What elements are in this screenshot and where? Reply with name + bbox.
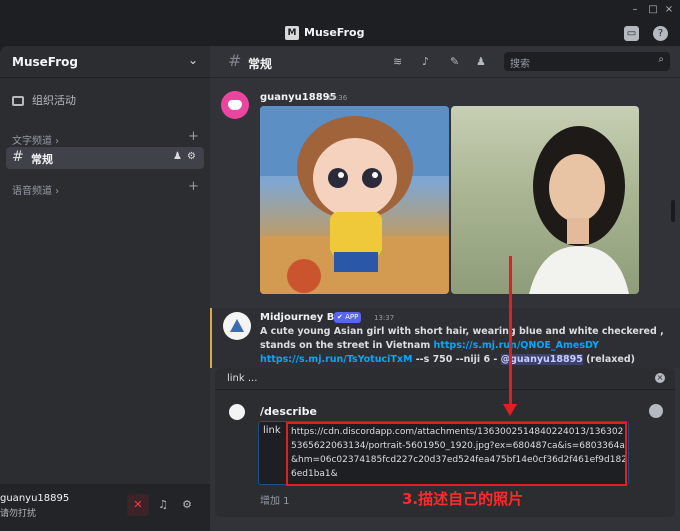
slash-command: /describe — [260, 405, 317, 418]
app-title: MuseFrog — [304, 26, 365, 39]
events-label: 组织活动 — [32, 94, 76, 107]
help-icon[interactable]: ? — [653, 26, 668, 41]
close-icon[interactable]: × — [655, 373, 665, 383]
main-chat: # 常规 ≋ ♪ ✎ ♟ 搜索 ⌕ guanyu18895 13:36 Midj… — [210, 46, 680, 531]
bot-message: Midjourney Bot ✔ APP 13:37 A cute young … — [210, 308, 680, 368]
headphones-icon[interactable]: ♫ — [152, 494, 174, 516]
avatar[interactable] — [221, 91, 249, 119]
annotation-arrow-head — [503, 404, 517, 416]
channel-header: # 常规 ≋ ♪ ✎ ♟ 搜索 ⌕ — [210, 46, 680, 78]
bot-prompt-line-1: A cute young Asian girl with short hair,… — [260, 326, 664, 337]
sidebar-item-general[interactable]: # 常规 ♟ ⚙ — [6, 147, 204, 169]
minimize-button[interactable]: – — [628, 3, 642, 17]
calendar-icon — [12, 96, 24, 106]
attachment-image-cartoon-girl[interactable] — [260, 106, 449, 294]
server-name: MuseFrog — [12, 55, 78, 69]
channel-title: 常规 — [248, 57, 273, 71]
bell-icon[interactable]: ♪ — [422, 55, 429, 68]
annotation-arrow — [509, 256, 512, 408]
channel-sidebar: MuseFrog ⌄ 组织活动 文字频道 › + # 常规 ♟ ⚙ 语音频道 ›… — [0, 46, 210, 531]
user-status: 请勿打扰 — [0, 509, 37, 519]
members-icon[interactable]: ♟ — [476, 55, 486, 68]
hash-icon: # — [12, 149, 24, 165]
bot-prompt-line-2: stands on the street in Vietnam https://… — [260, 340, 600, 351]
inbox-icon[interactable]: ▭ — [624, 26, 639, 41]
voice-channel-category[interactable]: 语音频道 › — [12, 182, 59, 197]
server-header[interactable]: MuseFrog ⌄ — [0, 46, 210, 78]
text-channel-category[interactable]: 文字频道 › — [12, 132, 59, 147]
invite-icon[interactable]: ♟ — [173, 151, 182, 162]
search-input[interactable]: 搜索 ⌕ — [504, 52, 670, 71]
app-logo: M — [285, 26, 299, 40]
message-author[interactable]: guanyu18895 — [260, 92, 337, 103]
popup-title: link ... — [227, 373, 258, 384]
hash-icon: # — [228, 51, 242, 70]
attachment-image-photo-woman[interactable] — [451, 106, 639, 294]
close-button[interactable]: × — [662, 3, 676, 17]
user-mention[interactable]: @guanyu18895 — [500, 354, 583, 365]
events-item[interactable]: 组织活动 — [12, 92, 76, 108]
pin-icon[interactable]: ✎ — [450, 55, 459, 68]
bot-prompt-line-3: https://s.mj.run/TsYotuciTxM --s 750 --n… — [260, 354, 636, 365]
threads-icon[interactable]: ≋ — [393, 55, 402, 68]
popup-header: link ... × — [215, 368, 675, 390]
scrollbar-thumb[interactable] — [671, 200, 675, 222]
title-bar: – □ × — [0, 0, 680, 22]
gear-icon[interactable]: ⚙ — [187, 151, 196, 162]
message-timestamp: 13:36 — [327, 94, 348, 102]
bot-timestamp: 13:37 — [374, 314, 395, 322]
top-bar: M MuseFrog ▭ ? — [0, 22, 680, 46]
app-badge: ✔ APP — [334, 312, 362, 323]
chevron-down-icon: ⌄ — [188, 53, 199, 67]
highlight-box — [286, 422, 627, 486]
app-window: – □ × M MuseFrog ▭ ? MuseFrog ⌄ 组织活动 文字频… — [0, 0, 680, 531]
maximize-button[interactable]: □ — [646, 3, 660, 17]
bot-avatar — [229, 404, 245, 420]
gear-icon[interactable]: ⚙ — [176, 494, 198, 516]
search-placeholder: 搜索 — [510, 59, 530, 70]
search-icon: ⌕ — [658, 54, 664, 65]
option-label: link — [263, 425, 281, 436]
emoji-icon[interactable] — [649, 404, 663, 418]
add-text-channel-icon[interactable]: + — [188, 129, 199, 144]
bot-avatar[interactable] — [223, 312, 251, 340]
prompt-link[interactable]: https://s.mj.run/QNOE_AmesDY — [434, 340, 600, 351]
annotation-text: 3.描述自己的照片 — [402, 490, 524, 508]
user-panel: guanyu18895 请勿打扰 ✕ ♫ ⚙ — [0, 484, 210, 531]
add-option-label[interactable]: 增加 1 — [260, 492, 290, 507]
prompt-link[interactable]: https://s.mj.run/TsYotuciTxM — [260, 354, 412, 365]
channel-label: 常规 — [31, 153, 53, 166]
username[interactable]: guanyu18895 — [0, 493, 69, 504]
add-voice-channel-icon[interactable]: + — [188, 179, 199, 194]
mute-icon[interactable]: ✕ — [127, 494, 149, 516]
